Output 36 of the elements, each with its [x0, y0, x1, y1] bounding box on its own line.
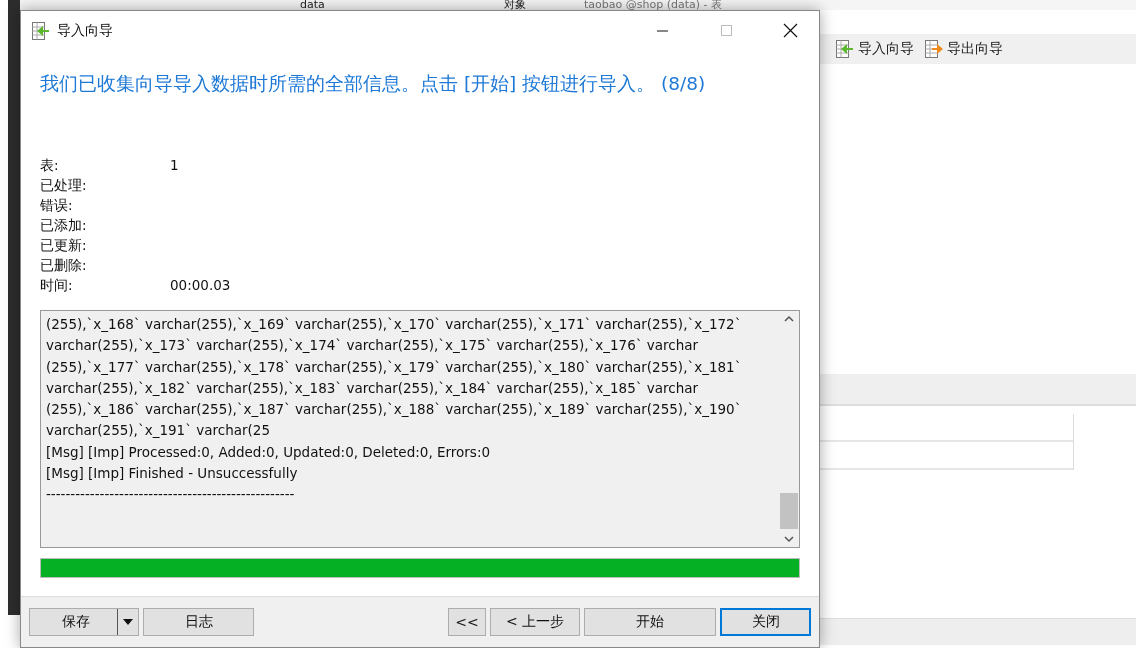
toolbar-button[interactable]: 导入向导 [835, 39, 914, 59]
stat-label: 已添加: [40, 216, 88, 235]
log-line: (255),`x_177` varchar(255),`x_178` varchar(255),`x_179` varchar(255),`x_180` varchar(255),`x_181` [46, 358, 742, 375]
log-line: varchar(255),`x_191` varchar(25 [46, 422, 270, 439]
table-import-icon [835, 39, 855, 59]
stat-value: 1 [170, 156, 180, 175]
dialog-button[interactable]: 保存 [29, 608, 139, 636]
stat-label: 错误: [40, 196, 74, 215]
scroll-down-icon[interactable] [783, 533, 795, 545]
log-line: (255),`x_168` varchar(255),`x_169` varchar(255),`x_170` varchar(255),`x_171` varchar(255),`x_172` [46, 316, 742, 332]
dialog-button[interactable]: 日志 [143, 608, 254, 636]
dialog-button[interactable]: 关闭 [720, 608, 811, 636]
dialog-button[interactable]: < 上一步 [490, 608, 580, 636]
dialog-button[interactable]: 开始 [584, 608, 716, 636]
log-line: varchar(255),`x_182` varchar(255),`x_183` varchar(255),`x_184` varchar(255),`x_185` varchar [46, 379, 699, 396]
table-export-icon [924, 39, 944, 59]
toolbar-button[interactable]: 导出向导 [924, 39, 1003, 59]
log-line: [Msg] [Imp] Processed:0, Added:0, Updated:0, Deleted:0, Errors:0 [46, 443, 491, 460]
log-line: varchar(255),`x_173` varchar(255),`x_174` varchar(255),`x_175` varchar(255),`x_176` varchar [46, 337, 699, 354]
dialog-button[interactable]: << [448, 608, 486, 636]
stat-label: 表: [40, 156, 60, 175]
stat-label: 已处理: [40, 176, 88, 195]
scroll-thumb[interactable] [780, 493, 798, 529]
dropdown-caret-icon[interactable] [122, 618, 134, 626]
stat-label: 已更新: [40, 236, 88, 255]
log-line: [Msg] [Imp] Finished - Unsuccessfully [46, 465, 298, 482]
log-line: --------------------------------------------------- [46, 486, 295, 503]
table-import-icon [31, 21, 51, 41]
instruction-heading: 我们已收集向导导入数据时所需的全部信息。点击 [开始] 按钮进行导入。 (8/8) [39, 72, 707, 96]
log-textbox[interactable] [40, 310, 800, 548]
stat-value: 00:00.03 [170, 276, 232, 295]
stat-label: 已删除: [40, 256, 88, 275]
log-line: (255),`x_186` varchar(255),`x_187` varchar(255),`x_188` varchar(255),`x_189` varchar(255),`x_190` [46, 401, 742, 418]
window-title: 导入向导 [57, 22, 114, 40]
tree-item[interactable]: data [300, 0, 500, 10]
stat-label: 时间: [40, 276, 74, 295]
